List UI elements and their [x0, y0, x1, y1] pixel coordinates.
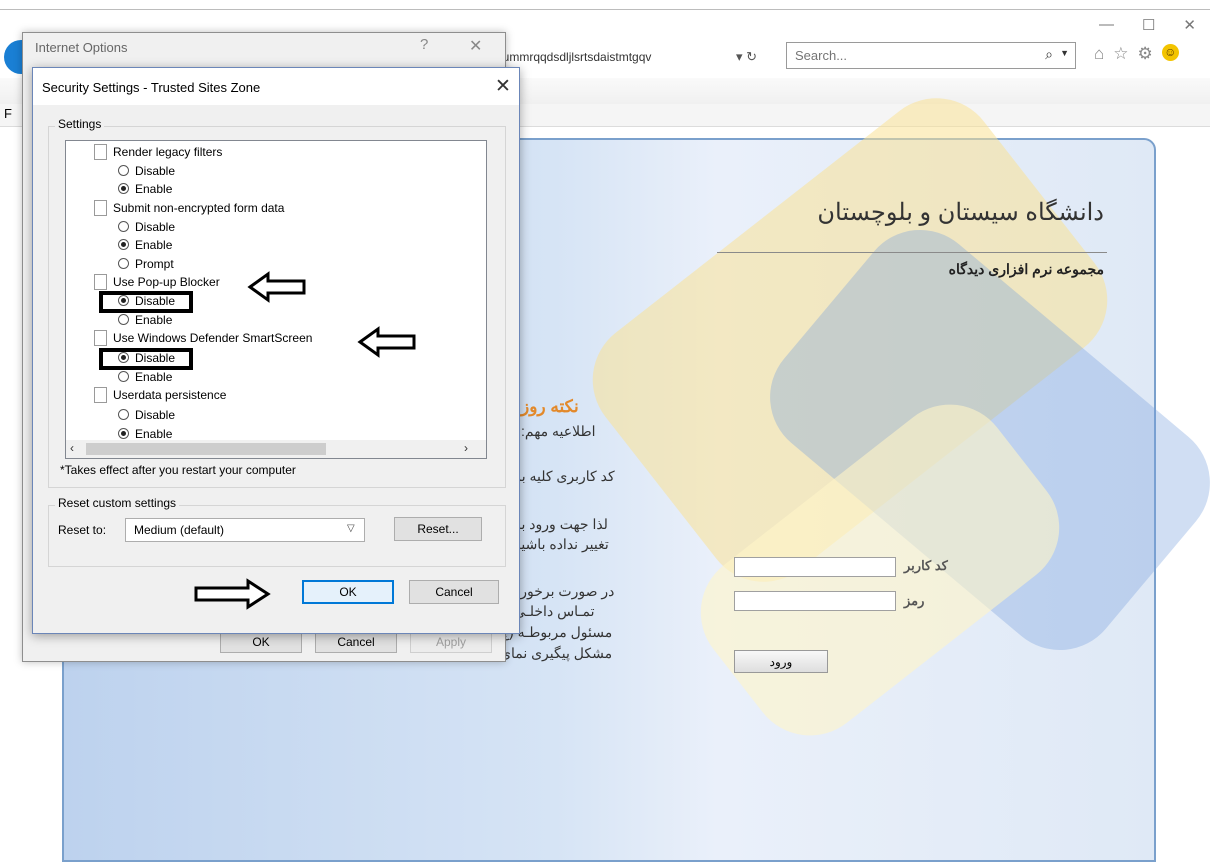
reset-to-label: Reset to: — [58, 523, 107, 537]
apply-button[interactable]: Apply — [410, 631, 492, 653]
notice-text: کد کاربری کلیه بر — [514, 468, 615, 484]
page-title: دانشگاه سیستان و بلوچستان — [817, 199, 1104, 226]
highlight-box — [99, 291, 193, 313]
right-arrow-icon — [194, 578, 271, 610]
divider — [717, 252, 1107, 253]
document-icon — [94, 274, 107, 290]
smiley-feedback-icon[interactable]: ☺ — [1161, 44, 1179, 61]
radio-option[interactable]: Enable — [118, 427, 172, 441]
setting-header: Submit non-encrypted form data — [94, 200, 284, 217]
radio-option[interactable]: Enable — [118, 313, 172, 327]
menu-file-partial[interactable]: F — [4, 106, 12, 121]
highlight-box — [99, 348, 193, 370]
password-input[interactable] — [734, 591, 896, 611]
reset-level-select[interactable]: Medium (default) — [125, 518, 365, 542]
document-icon — [94, 330, 107, 346]
notice-heading: اطلاعیه مهم: — [521, 423, 596, 439]
notice-text: تمـاس داخلـی — [514, 603, 595, 619]
setting-header: Use Windows Defender SmartScreen — [94, 330, 312, 347]
username-label: کد کاربر — [904, 558, 948, 573]
radio-button[interactable] — [118, 314, 129, 326]
radio-option[interactable]: Enable — [118, 238, 172, 252]
notice-text: در صورت برخورد — [514, 583, 615, 599]
document-icon — [94, 144, 107, 160]
search-icon[interactable]: ⌕ — [1045, 46, 1053, 63]
radio-button[interactable] — [118, 165, 129, 177]
chevron-down-icon[interactable]: ▼ — [1060, 48, 1069, 58]
window-controls: — ☐ ✕ — [1099, 16, 1196, 36]
radio-option[interactable]: Disable — [118, 164, 175, 178]
scroll-right-icon[interactable]: › — [464, 441, 468, 455]
dialog-title: Security Settings - Trusted Sites Zone — [42, 80, 261, 95]
scrollbar-thumb[interactable] — [86, 443, 326, 455]
document-icon — [94, 387, 107, 403]
radio-button-selected[interactable] — [118, 239, 129, 251]
password-label: رمز — [904, 593, 925, 608]
minimize-button[interactable]: — — [1099, 16, 1114, 36]
gear-icon[interactable]: ⚙ — [1138, 44, 1153, 64]
setting-header: Use Pop-up Blocker — [94, 274, 220, 291]
ok-button[interactable]: OK — [220, 631, 302, 653]
notice-text: تغییر نداده باشید — [514, 536, 609, 552]
radio-button-selected[interactable] — [118, 183, 129, 195]
chevron-down-icon[interactable]: ▽ — [347, 523, 355, 534]
setting-header: Render legacy filters — [94, 144, 222, 161]
browser-toolbar-icons: ⌂ ☆ ⚙ ☺ — [1094, 44, 1179, 64]
reset-group-label: Reset custom settings — [55, 496, 180, 510]
close-button[interactable]: ✕ — [469, 36, 482, 56]
close-button[interactable]: ✕ — [495, 75, 511, 98]
username-input[interactable] — [734, 557, 896, 577]
login-button[interactable]: ورود — [734, 650, 828, 673]
radio-button-selected[interactable] — [118, 428, 129, 440]
radio-option[interactable]: Disable — [118, 220, 175, 234]
cancel-button[interactable]: Cancel — [315, 631, 397, 653]
maximize-button[interactable]: ☐ — [1142, 16, 1155, 36]
radio-option[interactable]: Enable — [118, 370, 172, 384]
address-dropdown-refresh[interactable]: ▾ ↻ — [736, 46, 782, 68]
dialog-title: Internet Options — [35, 40, 128, 55]
radio-option[interactable]: Prompt — [118, 257, 174, 271]
left-arrow-icon — [357, 326, 416, 358]
search-box[interactable]: ⌕ ▼ — [786, 42, 1076, 69]
radio-button[interactable] — [118, 258, 129, 270]
radio-option[interactable]: Enable — [118, 182, 172, 196]
search-input[interactable] — [793, 47, 1027, 64]
home-icon[interactable]: ⌂ — [1094, 44, 1104, 64]
page-subtitle: مجموعه نرم افزاری دیدگاه — [948, 261, 1104, 277]
notice-text: لذا جهت ورود به — [514, 516, 608, 532]
restart-note: *Takes effect after you restart your com… — [60, 463, 296, 477]
favorites-star-icon[interactable]: ☆ — [1113, 44, 1128, 64]
cancel-button[interactable]: Cancel — [409, 580, 499, 604]
radio-button[interactable] — [118, 409, 129, 421]
settings-group-label: Settings — [55, 117, 105, 131]
radio-option[interactable]: Disable — [118, 408, 175, 422]
help-button[interactable]: ? — [420, 36, 428, 53]
radio-button[interactable] — [118, 221, 129, 233]
tip-heading: نکته روز — [521, 397, 579, 416]
scroll-left-icon[interactable]: ‹ — [70, 441, 74, 455]
reset-button[interactable]: Reset... — [394, 517, 482, 541]
window-top-border — [0, 9, 1210, 10]
notice-text: مشکل پیگیری نمای — [500, 645, 613, 661]
setting-header: Userdata persistence — [94, 387, 226, 404]
ok-button[interactable]: OK — [302, 580, 394, 604]
security-settings-dialog: Security Settings - Trusted Sites Zone ✕… — [32, 67, 520, 634]
close-window-button[interactable]: ✕ — [1183, 16, 1196, 36]
horizontal-scrollbar[interactable]: ‹ › — [65, 440, 487, 459]
document-icon — [94, 200, 107, 216]
left-arrow-icon — [247, 271, 306, 303]
radio-button[interactable] — [118, 371, 129, 383]
